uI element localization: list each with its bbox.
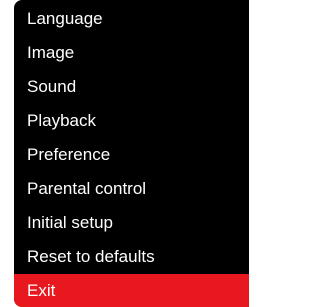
menu-item-image[interactable]: Image [14,36,249,70]
menu-item-language[interactable]: Language [14,2,249,36]
menu-item-initial-setup[interactable]: Initial setup [14,206,249,240]
menu-item-playback[interactable]: Playback [14,104,249,138]
settings-menu: Language Image Sound Playback Preference… [14,0,249,307]
menu-item-preference[interactable]: Preference [14,138,249,172]
menu-item-reset-to-defaults[interactable]: Reset to defaults [14,240,249,274]
menu-item-sound[interactable]: Sound [14,70,249,104]
menu-item-parental-control[interactable]: Parental control [14,172,249,206]
menu-item-exit[interactable]: Exit [14,274,249,307]
